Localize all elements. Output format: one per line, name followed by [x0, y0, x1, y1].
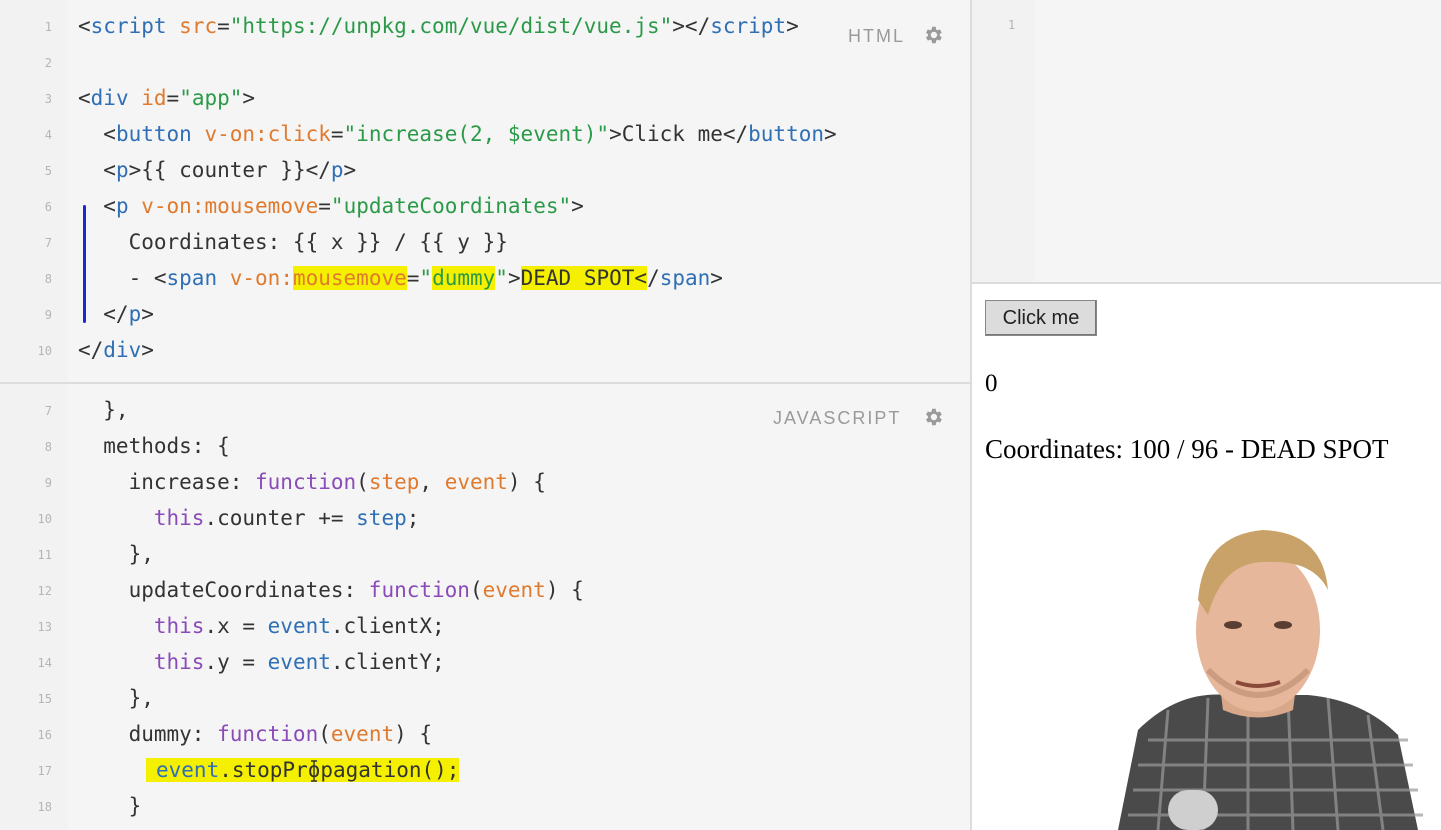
- code-line: event.stopPropagation();: [146, 757, 460, 783]
- line-number-gutter: 1 2 3 4 5 6 7 8 9 10: [0, 0, 68, 382]
- code-line: <button v-on:click="increase(2, $event)"…: [78, 122, 837, 146]
- text-cursor-icon: [311, 760, 317, 782]
- line-number: 5: [44, 164, 52, 178]
- line-number: 10: [37, 344, 52, 358]
- pen-annotation-line: [83, 205, 86, 323]
- code-line: <script src="https://unpkg.com/vue/dist/…: [78, 14, 799, 38]
- click-me-button[interactable]: Click me: [985, 300, 1097, 336]
- line-number: 9: [44, 308, 52, 322]
- code-line: this.y = event.clientY;: [153, 650, 445, 674]
- line-number: 17: [37, 764, 52, 778]
- html-editor-pane[interactable]: 1 2 3 4 5 6 7 8 9 10 <script src="https:…: [0, 0, 970, 382]
- html-label: HTML: [848, 26, 905, 46]
- line-number: 18: [37, 800, 52, 814]
- highlight-mousemove: mousemove: [292, 266, 407, 290]
- code-line: },: [78, 398, 129, 422]
- presenter-webcam: [1108, 520, 1441, 830]
- line-number-gutter: 7 8 9 10 11 12 13 14 15 16 17 18: [0, 384, 68, 830]
- line-number: 7: [44, 236, 52, 250]
- code-line: - <span v-on:mousemove="dummy">DEAD SPOT…: [78, 266, 723, 290]
- code-line: }: [78, 794, 142, 818]
- line-number: 13: [37, 620, 52, 634]
- gear-icon[interactable]: [922, 24, 944, 46]
- coordinates-text: Coordinates: 100 / 96 - DEAD SPOT: [985, 434, 1389, 464]
- line-number: 10: [37, 512, 52, 526]
- line-number: 16: [37, 728, 52, 742]
- counter-value: 0: [985, 370, 998, 397]
- highlight-dead-spot: DEAD SPOT: [520, 266, 635, 290]
- javascript-label: JAVASCRIPT: [773, 408, 902, 428]
- code-line: },: [78, 686, 154, 710]
- css-editor-pane[interactable]: [972, 0, 1441, 282]
- line-number: 1: [44, 20, 52, 34]
- line-number: 8: [44, 272, 52, 286]
- code-line: methods: {: [78, 434, 230, 458]
- code-line: <p v-on:mousemove="updateCoordinates">: [78, 194, 584, 218]
- code-line: Coordinates: {{ x }} / {{ y }}: [78, 230, 508, 254]
- code-line: this.x = event.clientX;: [153, 614, 445, 638]
- code-line: this.counter += step;: [153, 506, 420, 530]
- line-number: 8: [44, 440, 52, 454]
- code-line: dummy: function(event) {: [78, 722, 433, 746]
- line-number: 1: [1008, 18, 1016, 32]
- highlight-dummy: dummy: [432, 266, 496, 290]
- line-number: 15: [37, 692, 52, 706]
- line-number: 9: [44, 476, 52, 490]
- code-line: updateCoordinates: function(event) {: [78, 578, 584, 602]
- line-number: 12: [37, 584, 52, 598]
- line-number: 11: [37, 548, 52, 562]
- line-number: 4: [44, 128, 52, 142]
- code-line: <p>{{ counter }}</p>: [78, 158, 357, 182]
- line-number: 6: [44, 200, 52, 214]
- line-number: 3: [44, 92, 52, 106]
- line-number: 7: [44, 404, 52, 418]
- code-line: },: [78, 542, 154, 566]
- code-line: </p>: [78, 302, 154, 326]
- line-number: 2: [44, 56, 52, 70]
- code-line: </div>: [78, 338, 154, 362]
- line-number: 14: [37, 656, 52, 670]
- gear-icon[interactable]: [922, 406, 944, 428]
- code-line: increase: function(step, event) {: [78, 470, 546, 494]
- line-number-gutter: [972, 0, 1034, 282]
- code-line: <div id="app">: [78, 86, 256, 110]
- javascript-editor-pane[interactable]: 7 8 9 10 11 12 13 14 15 16 17 18 }, meth…: [0, 384, 970, 830]
